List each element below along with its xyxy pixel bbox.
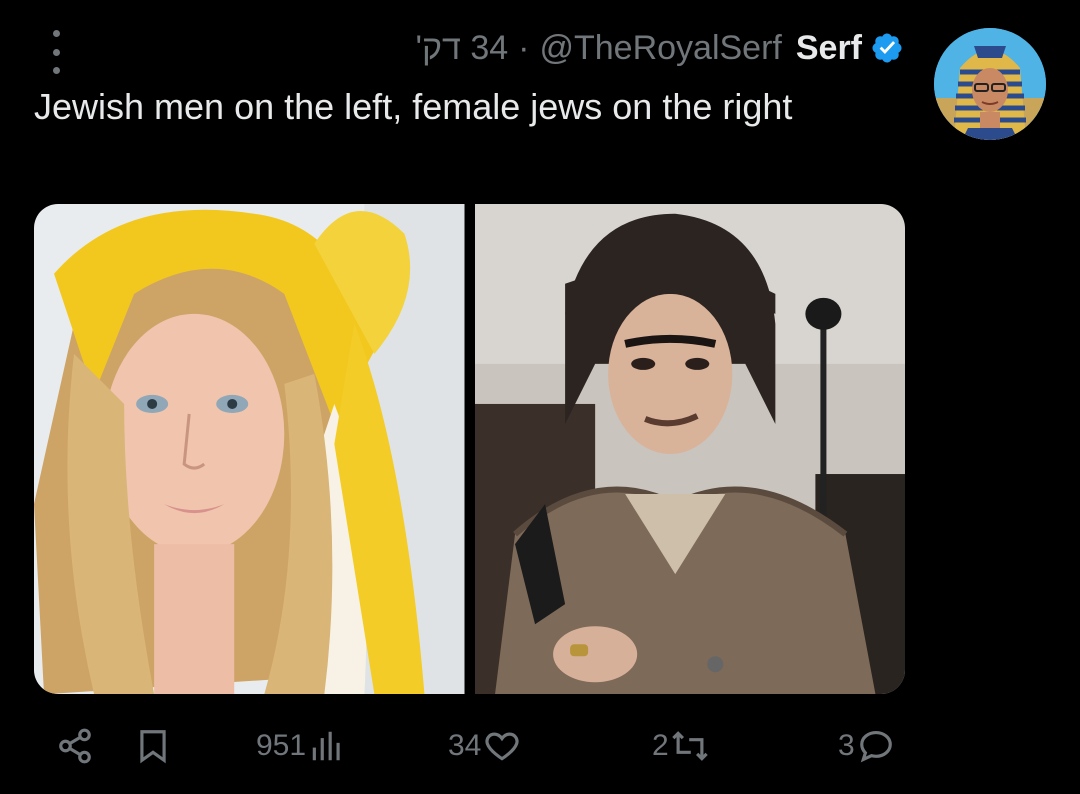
user-handle[interactable]: @TheRoyalSerf — [539, 29, 781, 68]
photo-blonde-woman-yellow-hat — [34, 204, 465, 694]
verified-badge-icon — [872, 33, 902, 63]
heart-icon — [485, 732, 519, 761]
repost-button[interactable]: 2 — [652, 718, 709, 774]
repost-icon — [671, 731, 708, 761]
media-image-right[interactable] — [474, 204, 905, 694]
media-image-left[interactable] — [34, 204, 465, 694]
reply-icon — [859, 730, 892, 763]
views-button[interactable]: 951 — [256, 718, 346, 774]
more-vertical-icon — [52, 30, 60, 37]
more-vertical-icon-dot — [52, 48, 60, 56]
share-button[interactable] — [56, 718, 94, 774]
bookmark-button[interactable] — [134, 718, 172, 774]
views-count: 951 — [256, 729, 307, 762]
tweet-text: Jewish men on the left, female jews on t… — [34, 86, 793, 127]
reply-count: 3 — [838, 729, 855, 762]
photo-person-plaid-coat — [474, 204, 905, 694]
more-vertical-icon-dot — [52, 67, 60, 74]
action-bar: 951 34 2 3 — [0, 718, 1080, 774]
pharaoh-avatar — [934, 28, 1046, 140]
more-options-button[interactable] — [44, 30, 68, 74]
repost-count: 2 — [652, 729, 669, 762]
tweet-time[interactable]: 34 דק' — [415, 29, 508, 68]
views-chart-icon — [312, 731, 340, 761]
tweet-header: 34 דק' · @TheRoyalSerf Serf — [415, 26, 904, 70]
bookmark-icon — [140, 730, 166, 764]
avatar[interactable] — [934, 28, 1046, 140]
like-count: 34 — [448, 729, 482, 762]
reply-button[interactable]: 3 — [838, 718, 895, 774]
like-button[interactable]: 34 — [448, 718, 521, 774]
separator: · — [518, 28, 530, 67]
share-icon — [59, 728, 91, 764]
display-name[interactable]: Serf — [796, 29, 862, 68]
media-grid — [34, 204, 905, 694]
